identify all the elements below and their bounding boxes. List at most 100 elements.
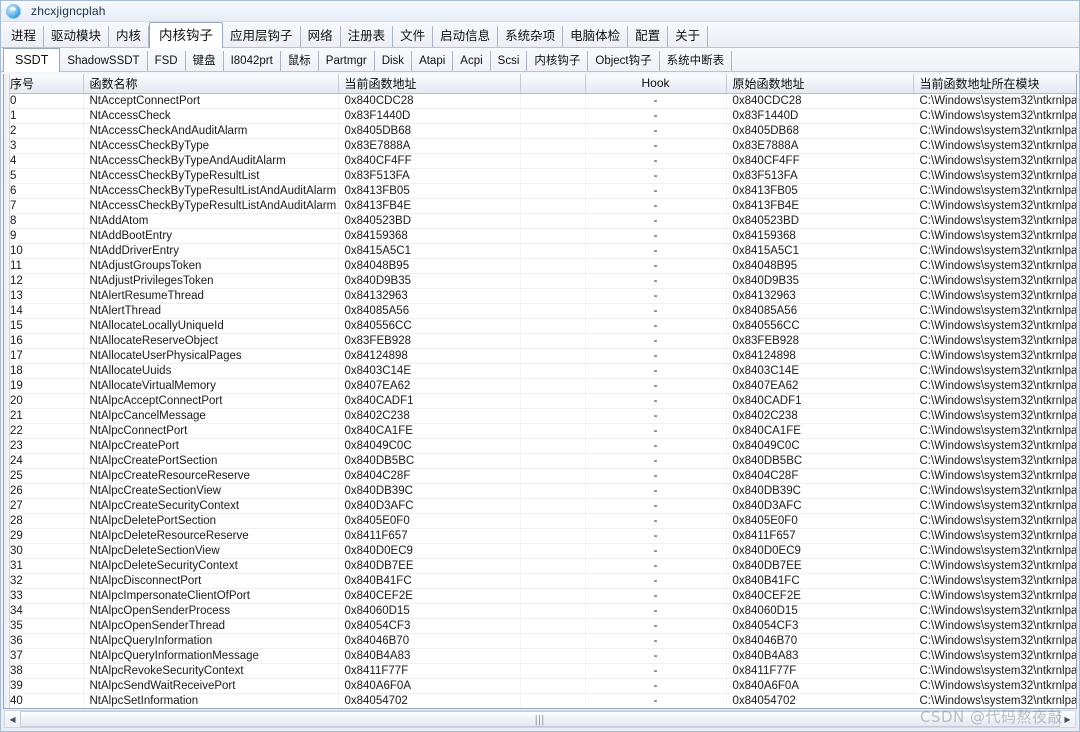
- scrollbar-track[interactable]: |||: [20, 711, 1060, 727]
- table-row[interactable]: 6 NtAccessCheckByTypeResultListAndAuditAl…: [4, 183, 1076, 199]
- table-row[interactable]: 22 NtAlpcConnectPort 0x840CA1FE -0x840CA1FE…: [4, 423, 1076, 439]
- cell-module: C:\Windows\system32\ntkrnlpa.exe: [913, 543, 1076, 559]
- table-row[interactable]: 29 NtAlpcDeleteResourceReserve 0x8411F657-…: [4, 528, 1076, 544]
- cell-module: C:\Windows\system32\ntkrnlpa.exe: [913, 693, 1076, 708]
- table-row[interactable]: 1 NtAccessCheck 0x83F1440D -0x83F1440D C:\Wi…: [4, 108, 1076, 124]
- table-row[interactable]: 16 NtAllocateReserveObject 0x83FEB928-0x83…: [4, 333, 1076, 349]
- sub-tab-10[interactable]: Scsi: [491, 51, 528, 71]
- cell-module: C:\Windows\system32\ntkrnlpa.exe: [913, 618, 1076, 634]
- cell-pad: [520, 153, 586, 169]
- table-row[interactable]: 37 NtAlpcQueryInformationMessage 0x840B4A8…: [4, 648, 1076, 664]
- column-header-original[interactable]: 原始函数地址: [726, 74, 914, 94]
- cell-name: NtAlpcCreatePortSection: [83, 453, 339, 469]
- main-tab-8[interactable]: 启动信息: [433, 26, 499, 47]
- horizontal-scrollbar[interactable]: ◀ ||| ▶: [4, 710, 1076, 728]
- main-tab-5[interactable]: 网络: [301, 26, 341, 47]
- table-row[interactable]: 18 NtAllocateUuids 0x8403C14E -0x8403C14E C:…: [4, 363, 1076, 379]
- table-row[interactable]: 0 NtAcceptConnectPort 0x840CDC28-0x840CDC2…: [4, 93, 1076, 109]
- table-row[interactable]: 28 NtAlpcDeletePortSection 0x8405E0F0-0x84…: [4, 513, 1076, 529]
- column-header-module[interactable]: 当前函数地址所在模块: [913, 74, 1076, 94]
- main-tab-1[interactable]: 驱动模块: [44, 26, 110, 47]
- table-row[interactable]: 7 NtAccessCheckByTypeResultListAndAuditAl…: [4, 198, 1076, 214]
- table-row[interactable]: 35 NtAlpcOpenSenderThread 0x84054CF3-0x840…: [4, 618, 1076, 634]
- table-row[interactable]: 40 NtAlpcSetInformation 0x84054702-0x84054…: [4, 693, 1076, 708]
- main-tab-11[interactable]: 配置: [628, 26, 669, 47]
- main-tab-0[interactable]: 进程: [3, 26, 45, 47]
- cell-hook: -: [585, 273, 727, 289]
- table-row[interactable]: 32 NtAlpcDisconnectPort 0x840B41FC -0x840B4…: [4, 573, 1076, 589]
- sub-tab-7[interactable]: Disk: [375, 51, 413, 71]
- table-row[interactable]: 14 NtAlertThread 0x84085A56-0x84085A56 C:\W…: [4, 303, 1076, 319]
- table-row[interactable]: 39 NtAlpcSendWaitReceivePort 0x840A6F0A -0x…: [4, 678, 1076, 694]
- table-row[interactable]: 41NtApphelpCacheControl0x8406621B-0x8406…: [4, 708, 1076, 709]
- cell-pad: [520, 183, 586, 199]
- cell-pad: [520, 363, 586, 379]
- cell-module: C:\Windows\system32\ntkrnlpa.exe: [913, 678, 1076, 694]
- cell-name: NtAlpcCreateSectionView: [83, 483, 339, 499]
- cell-index: 26: [4, 483, 84, 499]
- sub-tab-5[interactable]: 鼠标: [281, 51, 319, 71]
- table-row[interactable]: 23 NtAlpcCreatePort 0x84049C0C -0x84049C0C C…: [4, 438, 1076, 454]
- cell-current: 0x83FEB928: [338, 333, 521, 349]
- cell-current: 0x84085A56: [338, 303, 521, 319]
- table-row[interactable]: 25 NtAlpcCreateResourceReserve 0x8404C28F -…: [4, 468, 1076, 484]
- sub-tab-9[interactable]: Acpi: [453, 51, 491, 71]
- sub-tab-4[interactable]: I8042prt: [224, 51, 281, 71]
- column-header-current[interactable]: 当前函数地址: [338, 74, 521, 94]
- sub-tab-8[interactable]: Atapi: [412, 51, 454, 71]
- main-tab-2[interactable]: 内核: [109, 26, 150, 47]
- table-row[interactable]: 9 NtAddBootEntry 0x84159368-0x84159368 C:\W…: [4, 228, 1076, 244]
- sub-tab-13[interactable]: 系统中断表: [660, 51, 733, 71]
- table-row[interactable]: 33 NtAlpcImpersonateClientOfPort 0x840CEF2…: [4, 588, 1076, 604]
- table-row[interactable]: 26 NtAlpcCreateSectionView 0x840DB39C -0x84…: [4, 483, 1076, 499]
- table-row[interactable]: 21 NtAlpcCancelMessage 0x8402C238-0x8402C2…: [4, 408, 1076, 424]
- main-tab-12[interactable]: 关于: [668, 26, 709, 47]
- sub-tab-12[interactable]: Object钩子: [588, 51, 660, 71]
- table-row[interactable]: 15 NtAllocateLocallyUniqueId 0x840556CC -0x…: [4, 318, 1076, 334]
- main-tab-4[interactable]: 应用层钩子: [223, 26, 301, 47]
- table-row[interactable]: 36 NtAlpcQueryInformation 0x84046B70-0x840…: [4, 633, 1076, 649]
- table-row[interactable]: 2 NtAccessCheckAndAuditAlarm 0x8405DB68-0x…: [4, 123, 1076, 139]
- cell-module: C:\Windows\system32\ntkrnlpa.exe: [913, 168, 1076, 184]
- main-tab-9[interactable]: 系统杂项: [498, 26, 564, 47]
- cell-module: C:\Windows\system32\ntkrnlpa.exe: [913, 528, 1076, 544]
- table-row[interactable]: 17 NtAllocateUserPhysicalPages 0x84124898-…: [4, 348, 1076, 364]
- table-row[interactable]: 38 NtAlpcRevokeSecurityContext 0x8411F77F -…: [4, 663, 1076, 679]
- table-row[interactable]: 11 NtAdjustGroupsToken 0x84048B95-0x84048B…: [4, 258, 1076, 274]
- table-row[interactable]: 20 NtAlpcAcceptConnectPort 0x840CADF1-0x84…: [4, 393, 1076, 409]
- scroll-left-arrow-icon[interactable]: ◀: [5, 711, 20, 727]
- sub-tab-0[interactable]: SSDT: [3, 48, 61, 72]
- table-row[interactable]: 3 NtAccessCheckByType 0x83E7888A -0x83E7888…: [4, 138, 1076, 154]
- main-tab-7[interactable]: 文件: [393, 26, 434, 47]
- cell-pad: [520, 438, 586, 454]
- scroll-right-arrow-icon[interactable]: ▶: [1060, 711, 1075, 727]
- cell-index: 39: [4, 678, 84, 694]
- cell-original: 0x840DB5BC: [726, 453, 914, 469]
- table-row[interactable]: 13 NtAlertResumeThread 0x84132963-0x841329…: [4, 288, 1076, 304]
- cell-pad: [520, 693, 586, 708]
- sub-tab-2[interactable]: FSD: [148, 51, 186, 71]
- sub-tab-6[interactable]: Partmgr: [319, 51, 375, 71]
- table-row[interactable]: 34 NtAlpcOpenSenderProcess 0x84060D15-0x84…: [4, 603, 1076, 619]
- table-row[interactable]: 8 NtAddAtom 0x840523BD -0x840523BD C:\Window…: [4, 213, 1076, 229]
- sub-tab-3[interactable]: 键盘: [186, 51, 224, 71]
- column-header-index[interactable]: 序号: [4, 74, 84, 94]
- table-row[interactable]: 5 NtAccessCheckByTypeResultList 0x83F513FA…: [4, 168, 1076, 184]
- table-row[interactable]: 24 NtAlpcCreatePortSection 0x840DB5BC -0x84…: [4, 453, 1076, 469]
- main-tab-10[interactable]: 电脑体检: [563, 26, 629, 47]
- table-row[interactable]: 19 NtAllocateVirtualMemory 0x8407EA62-0x84…: [4, 378, 1076, 394]
- sub-tab-11[interactable]: 内核钩子: [527, 51, 589, 71]
- column-header-hook[interactable]: Hook: [585, 74, 727, 94]
- table-row[interactable]: 27 NtAlpcCreateSecurityContext 0x840D3AFC -…: [4, 498, 1076, 514]
- sub-tab-1[interactable]: ShadowSSDT: [60, 51, 148, 71]
- main-tab-3[interactable]: 内核钩子: [149, 22, 224, 48]
- table-row[interactable]: 10 NtAddDriverEntry 0x8415A5C1-0x8415A5C1 C…: [4, 243, 1076, 259]
- table-row[interactable]: 31 NtAlpcDeleteSecurityContext 0x840DB7EE -…: [4, 558, 1076, 574]
- main-tab-6[interactable]: 注册表: [341, 26, 394, 47]
- scrollbar-thumb[interactable]: |||: [20, 711, 1060, 727]
- table-row[interactable]: 30 NtAlpcDeleteSectionView 0x840D0EC9-0x84…: [4, 543, 1076, 559]
- table-row[interactable]: 4 NtAccessCheckByTypeAndAuditAlarm 0x840CF…: [4, 153, 1076, 169]
- column-header-pad[interactable]: [520, 74, 586, 94]
- table-row[interactable]: 12 NtAdjustPrivilegesToken 0x840D9B35-0x84…: [4, 273, 1076, 289]
- column-header-name[interactable]: 函数名称: [83, 74, 339, 94]
